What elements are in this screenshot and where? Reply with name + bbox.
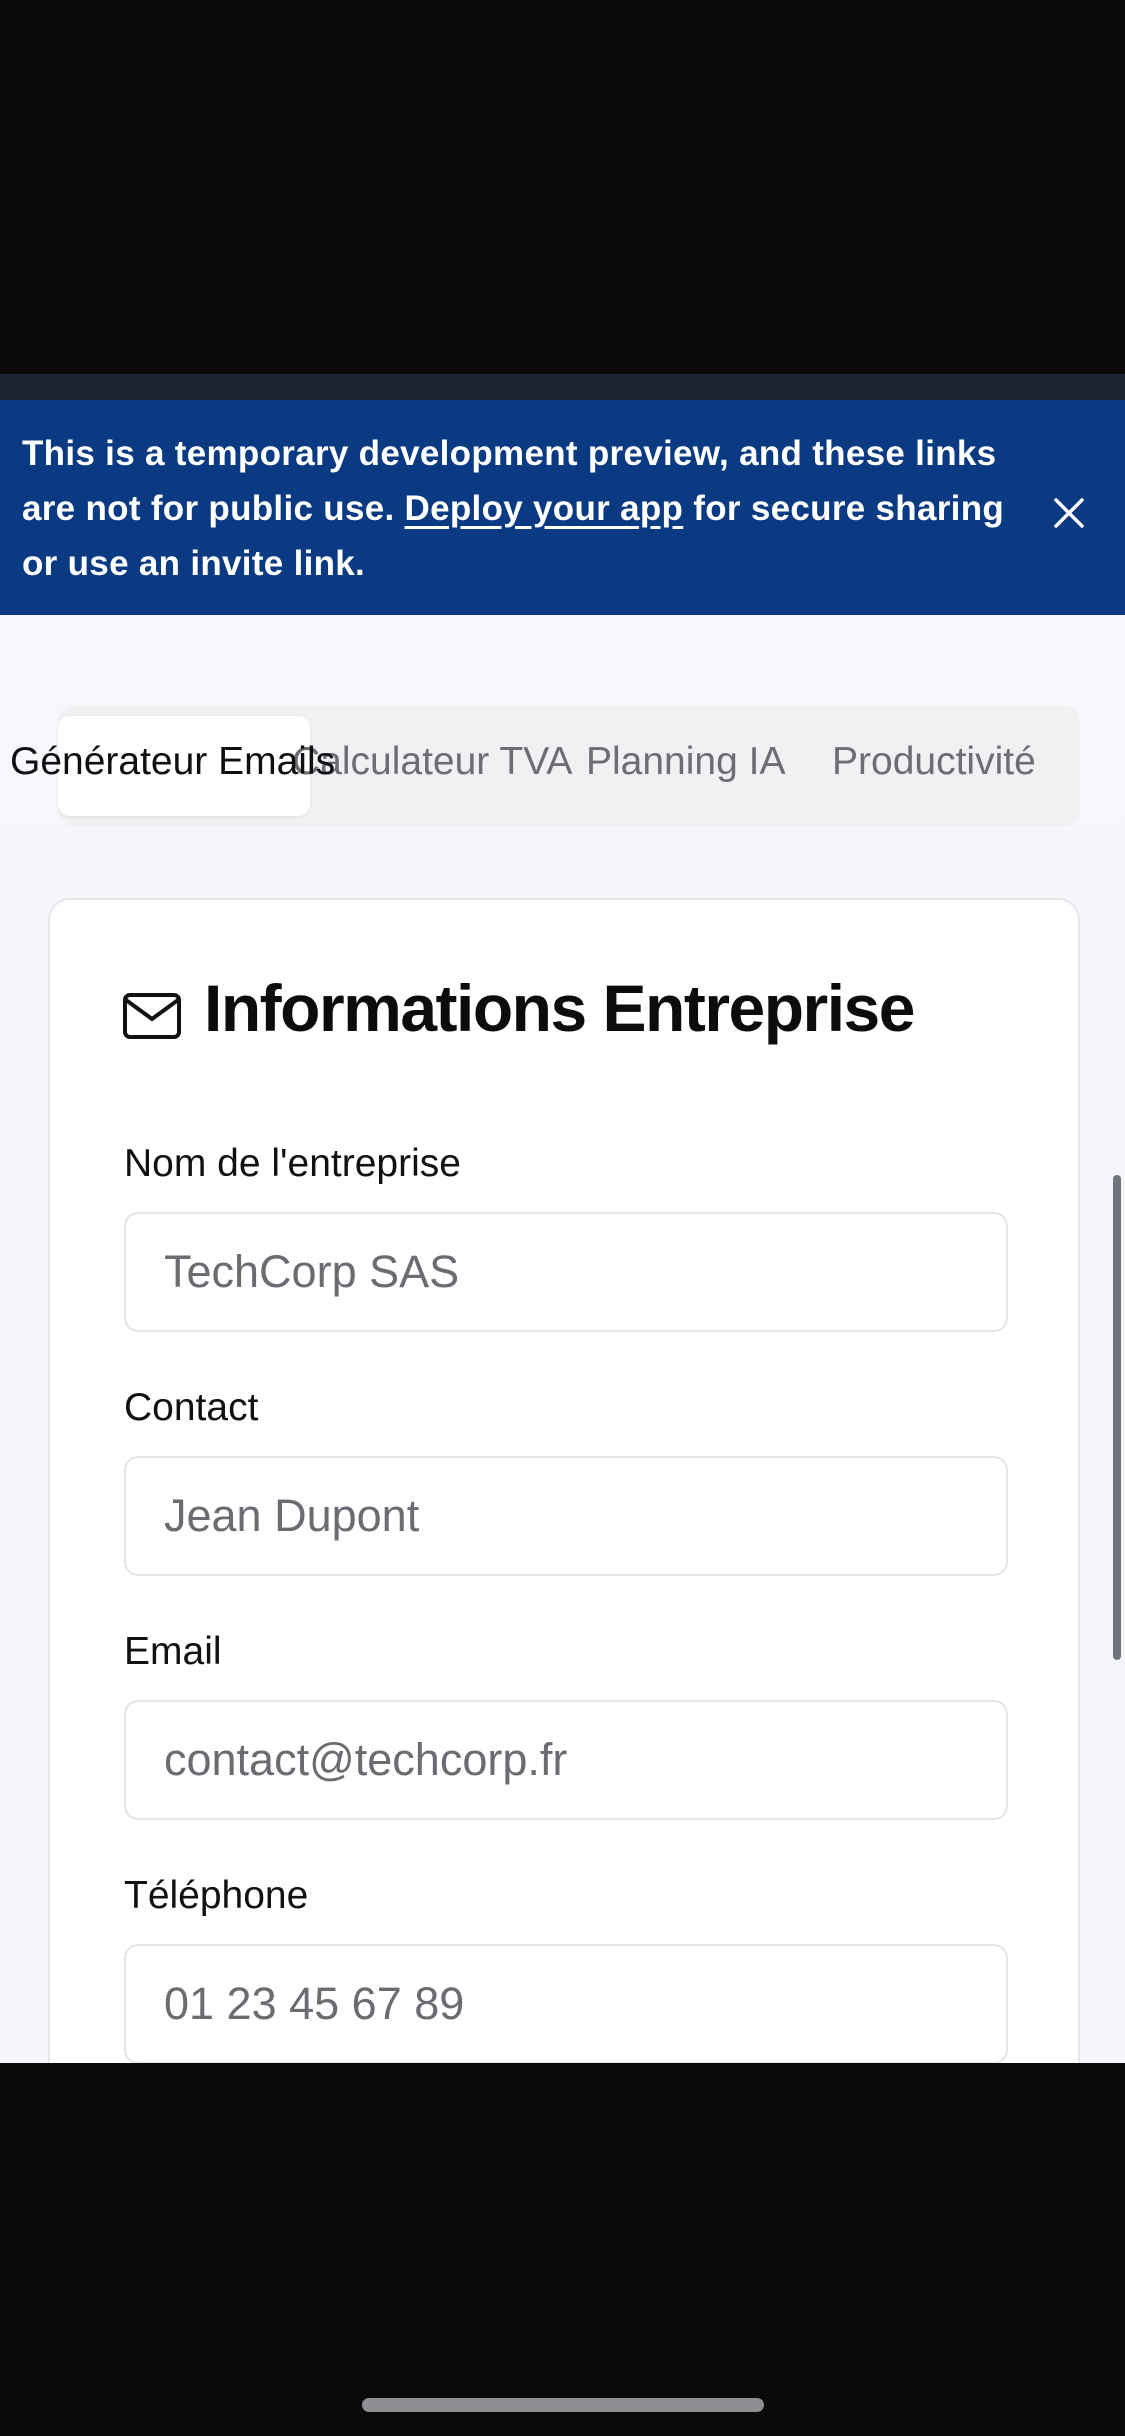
close-icon <box>1054 498 1084 528</box>
preview-banner: This is a temporary development preview,… <box>0 400 1125 615</box>
company-name-label: Nom de l'entreprise <box>124 1142 461 1185</box>
banner-message: This is a temporary development preview,… <box>22 426 1032 591</box>
status-area <box>0 0 1125 374</box>
browser-strip <box>0 374 1125 400</box>
email-input[interactable] <box>124 1700 1008 1820</box>
card-title: Informations Entreprise <box>204 971 915 1045</box>
contact-label: Contact <box>124 1386 259 1429</box>
tab-generateur-emails[interactable]: Générateur Emails <box>10 737 335 787</box>
bottom-area <box>0 2063 1125 2436</box>
mail-icon <box>122 992 182 1040</box>
phone-input[interactable] <box>124 1944 1008 2063</box>
page-scrollbar[interactable] <box>1113 1175 1121 1660</box>
contact-input[interactable] <box>124 1456 1008 1576</box>
email-label: Email <box>124 1630 222 1673</box>
tab-productivite[interactable]: Productivité <box>832 737 1036 787</box>
app-content: Générateur Emails Calculateur TVA Planni… <box>0 615 1125 2063</box>
company-name-input[interactable] <box>124 1212 1008 1332</box>
phone-label: Téléphone <box>124 1874 309 1917</box>
home-indicator[interactable] <box>362 2398 764 2412</box>
deploy-app-link[interactable]: Deploy your app <box>405 489 684 528</box>
tab-planning-ia[interactable]: Planning IA <box>586 737 785 787</box>
banner-close-button[interactable] <box>1046 490 1092 536</box>
company-info-card: Informations Entreprise Nom de l'entrepr… <box>48 898 1080 2063</box>
